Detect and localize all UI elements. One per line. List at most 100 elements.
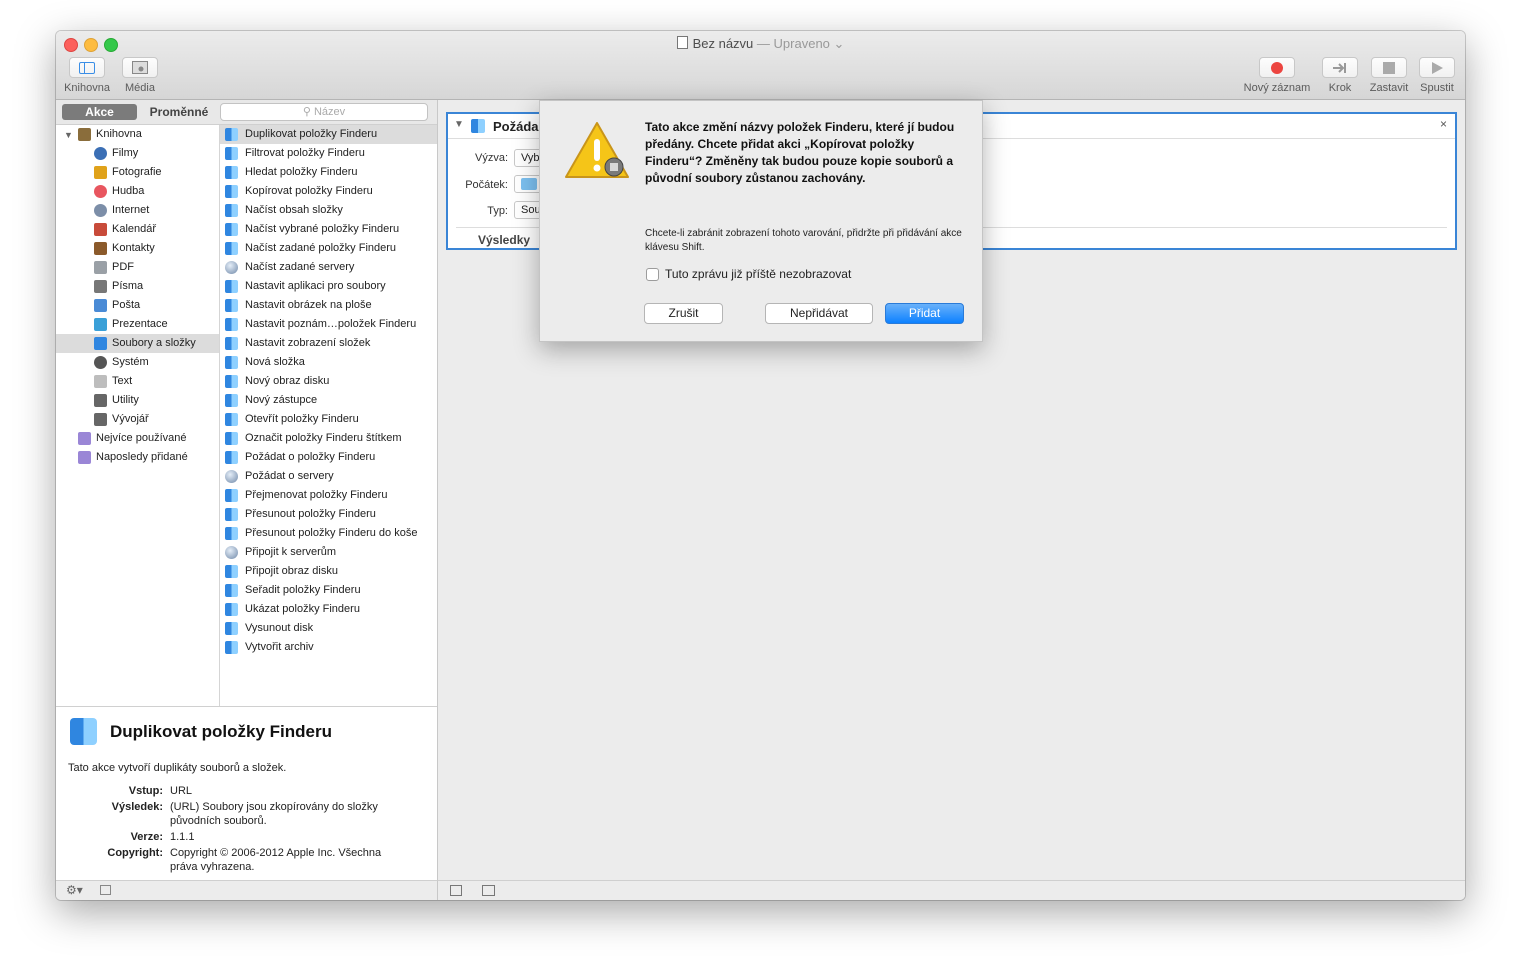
action-item[interactable]: Seřadit položky Finderu: [220, 581, 437, 600]
run-button[interactable]: [1419, 57, 1455, 78]
media-label: Média: [125, 82, 155, 94]
category-label: Systém: [112, 356, 149, 368]
category-item[interactable]: Nejvíce používané: [56, 429, 219, 448]
action-item[interactable]: Načíst zadané položky Finderu: [220, 239, 437, 258]
action-item[interactable]: Duplikovat položky Finderu: [220, 125, 437, 144]
action-label: Hledat položky Finderu: [245, 166, 358, 178]
action-label: Nastavit aplikaci pro soubory: [245, 280, 386, 292]
tab-actions[interactable]: Akce: [62, 104, 137, 120]
category-item[interactable]: Písma: [56, 277, 219, 296]
action-item[interactable]: Nastavit zobrazení složek: [220, 334, 437, 353]
disclosure-triangle-icon[interactable]: ▼: [64, 126, 73, 145]
log-view-icon[interactable]: [450, 885, 462, 896]
record-button[interactable]: [1259, 57, 1295, 78]
results-toggle[interactable]: Výsledky: [478, 233, 530, 247]
action-item[interactable]: Načíst zadané servery: [220, 258, 437, 277]
action-item[interactable]: Vysunout disk: [220, 619, 437, 638]
category-item[interactable]: Pošta: [56, 296, 219, 315]
step-button[interactable]: [1322, 57, 1358, 78]
step-icon: [1333, 62, 1346, 73]
finder-icon: [225, 641, 238, 654]
category-item[interactable]: Fotografie: [56, 163, 219, 182]
category-item[interactable]: Kalendář: [56, 220, 219, 239]
action-description: Duplikovat položky Finderu Tato akce vyt…: [56, 706, 437, 881]
chevron-down-icon[interactable]: ⌄: [830, 36, 845, 51]
category-item[interactable]: Naposledy přidané: [56, 448, 219, 467]
action-item[interactable]: Připojit obraz disku: [220, 562, 437, 581]
smart-folder-icon: [78, 451, 91, 464]
category-item[interactable]: ▼ Knihovna: [56, 125, 219, 144]
action-label: Seřadit položky Finderu: [245, 584, 361, 596]
library-button[interactable]: [69, 57, 105, 78]
media-button[interactable]: [122, 57, 158, 78]
smart-folder-icon: [78, 432, 91, 445]
category-label: Vývojář: [112, 413, 149, 425]
category-item[interactable]: Text: [56, 372, 219, 391]
action-item[interactable]: Požádat o položky Finderu: [220, 448, 437, 467]
action-item[interactable]: Kopírovat položky Finderu: [220, 182, 437, 201]
library-pane: Akce Proměnné ⚲ Název ▼ Knihovna Filmy Foto…: [56, 100, 438, 881]
disclosure-triangle-icon[interactable]: ▼: [454, 119, 464, 130]
category-item[interactable]: Systém: [56, 353, 219, 372]
action-label: Označit položky Finderu štítkem: [245, 432, 402, 444]
globe-icon: [225, 470, 238, 483]
finder-icon: [225, 375, 238, 388]
action-item[interactable]: Načíst vybrané položky Finderu: [220, 220, 437, 239]
start-label: Počátek:: [465, 179, 508, 191]
titlebar: Bez názvu — Upraveno ⌄ Knihovna Média No…: [56, 31, 1465, 100]
category-item[interactable]: Utility: [56, 391, 219, 410]
dont-add-button[interactable]: Nepřidávat: [765, 303, 873, 324]
sidebar-icon: [79, 61, 95, 74]
category-item[interactable]: Prezentace: [56, 315, 219, 334]
action-item[interactable]: Ukázat položky Finderu: [220, 600, 437, 619]
suppress-checkbox[interactable]: [646, 268, 659, 281]
action-item[interactable]: Přesunout položky Finderu do koše: [220, 524, 437, 543]
finder-icon: [225, 299, 238, 312]
category-item[interactable]: Filmy: [56, 144, 219, 163]
action-item[interactable]: Požádat o servery: [220, 467, 437, 486]
gear-icon[interactable]: ⚙▾: [66, 883, 83, 897]
action-item[interactable]: Nastavit aplikaci pro soubory: [220, 277, 437, 296]
cancel-button[interactable]: Zrušit: [644, 303, 723, 324]
action-label: Přesunout položky Finderu do koše: [245, 527, 418, 539]
category-item[interactable]: PDF: [56, 258, 219, 277]
suppress-checkbox-label[interactable]: Tuto zprávu již příště nezobrazovat: [665, 267, 851, 281]
action-item[interactable]: Nastavit obrázek na ploše: [220, 296, 437, 315]
action-item[interactable]: Přesunout položky Finderu: [220, 505, 437, 524]
library-tabs: Akce Proměnné ⚲ Název: [56, 100, 437, 125]
action-item[interactable]: Načíst obsah složky: [220, 201, 437, 220]
action-title: Požáda: [493, 119, 539, 134]
category-item[interactable]: Soubory a složky: [56, 334, 219, 353]
action-item[interactable]: Vytvořit archiv: [220, 638, 437, 657]
action-item[interactable]: Nastavit poznám…položek Finderu: [220, 315, 437, 334]
finder-icon: [225, 432, 238, 445]
action-item[interactable]: Nový obraz disku: [220, 372, 437, 391]
action-item[interactable]: Otevřít položky Finderu: [220, 410, 437, 429]
document-status[interactable]: Upraveno: [774, 36, 830, 51]
category-list: ▼ Knihovna Filmy Fotografie Hudba Internet Kal…: [56, 125, 220, 706]
close-icon[interactable]: ×: [1440, 117, 1447, 131]
search-icon: ⚲: [302, 106, 311, 118]
action-item[interactable]: Připojit k serverům: [220, 543, 437, 562]
finder-icon: [225, 185, 238, 198]
action-item[interactable]: Nový zástupce: [220, 391, 437, 410]
action-item[interactable]: Hledat položky Finderu: [220, 163, 437, 182]
category-item[interactable]: Vývojář: [56, 410, 219, 429]
action-item[interactable]: Filtrovat položky Finderu: [220, 144, 437, 163]
description-toggle-icon[interactable]: [100, 885, 111, 895]
category-item[interactable]: Kontakty: [56, 239, 219, 258]
action-item[interactable]: Označit položky Finderu štítkem: [220, 429, 437, 448]
action-item[interactable]: Nová složka: [220, 353, 437, 372]
add-button[interactable]: Přidat: [885, 303, 964, 324]
category-item[interactable]: Internet: [56, 201, 219, 220]
finder-icon: [225, 584, 238, 597]
action-item[interactable]: Přejmenovat položky Finderu: [220, 486, 437, 505]
variables-view-icon[interactable]: [482, 885, 495, 896]
tab-variables[interactable]: Proměnné: [140, 104, 218, 120]
search-placeholder: Název: [313, 106, 346, 118]
search-input[interactable]: ⚲ Název: [220, 103, 428, 121]
folder-icon: [521, 178, 537, 190]
category-item[interactable]: Hudba: [56, 182, 219, 201]
stop-button[interactable]: [1371, 57, 1407, 78]
finder-icon: [94, 337, 107, 350]
